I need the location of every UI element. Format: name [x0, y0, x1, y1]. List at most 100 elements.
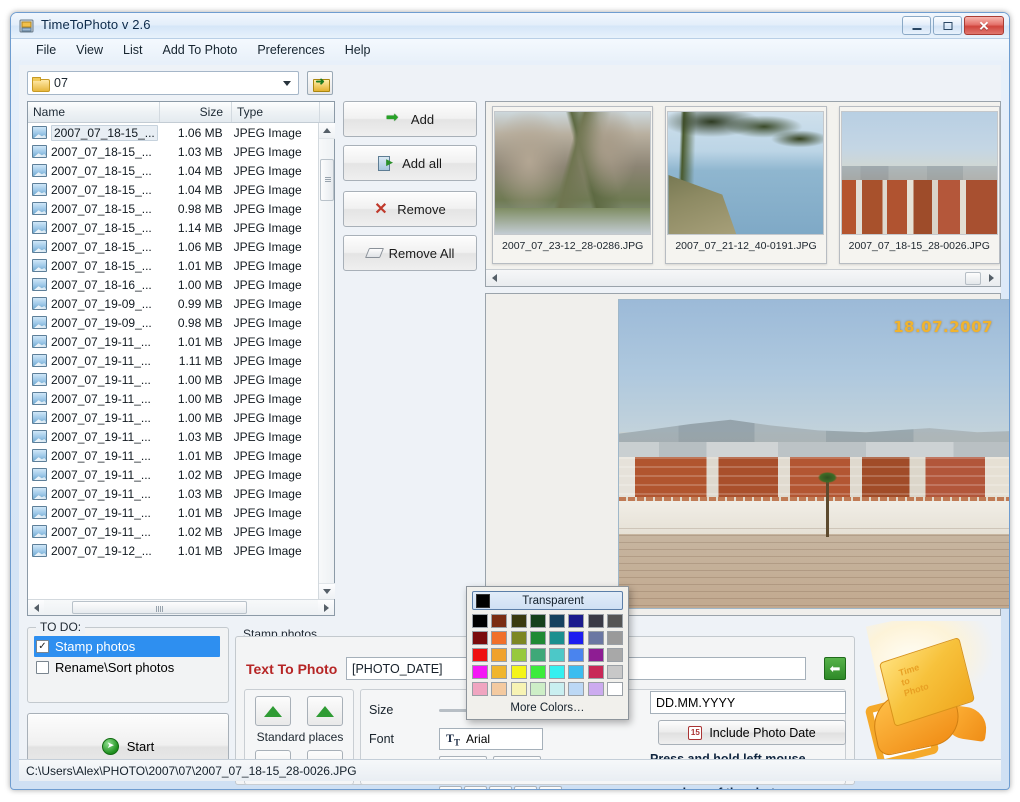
table-row[interactable]: 2007_07_18-15_...1.04 MBJPEG Image [28, 161, 318, 180]
table-row[interactable]: 2007_07_18-15_...1.04 MBJPEG Image [28, 180, 318, 199]
thumbnail-scrollbar[interactable] [486, 269, 1000, 286]
table-row[interactable]: 2007_07_18-15_...1.03 MBJPEG Image [28, 142, 318, 161]
outline-button[interactable]: O [539, 786, 562, 790]
color-swatch[interactable] [530, 631, 546, 645]
maximize-button[interactable] [933, 16, 962, 35]
table-row[interactable]: 2007_07_18-15_...1.06 MBJPEG Image [28, 123, 318, 142]
thumbnail-scroll-right-button[interactable] [983, 270, 1000, 286]
bold-button[interactable]: B [439, 786, 462, 790]
place-top-left-button[interactable] [255, 696, 291, 726]
file-list-horizontal-scrollbar[interactable] [28, 599, 334, 615]
color-swatch[interactable] [472, 614, 488, 628]
thumbnail-strip[interactable]: 2007_07_23-12_28-0286.JPG2007_07_21-12_4… [485, 101, 1001, 287]
color-swatch[interactable] [511, 631, 527, 645]
color-swatch[interactable] [530, 614, 546, 628]
menu-preferences[interactable]: Preferences [248, 41, 333, 59]
color-swatch[interactable] [511, 648, 527, 662]
todo-item-rename-sort-photos[interactable]: Rename\Sort photos [28, 657, 228, 678]
add-all-button[interactable]: Add all [343, 145, 477, 181]
browse-folder-button[interactable] [307, 71, 333, 95]
underline-button[interactable]: U [489, 786, 512, 790]
thumbnail-scroll-left-button[interactable] [486, 270, 503, 286]
color-swatch[interactable] [607, 665, 623, 679]
thumbnail-item[interactable]: 2007_07_23-12_28-0286.JPG [492, 106, 653, 264]
color-swatch[interactable] [491, 648, 507, 662]
file-list-body[interactable]: 2007_07_18-15_...1.06 MBJPEG Image2007_0… [28, 123, 318, 599]
color-swatch[interactable] [472, 665, 488, 679]
date-format-select[interactable]: DD.MM.YYYY [650, 691, 846, 714]
table-row[interactable]: 2007_07_19-09_...0.99 MBJPEG Image [28, 294, 318, 313]
color-swatch[interactable] [588, 682, 604, 696]
todo-item-stamp-photos[interactable]: Stamp photos [34, 636, 220, 657]
file-list-vertical-scrollbar[interactable] [318, 123, 334, 599]
horizontal-scroll-thumb[interactable] [72, 601, 247, 614]
stamp-photos-checkbox[interactable] [36, 640, 49, 653]
color-swatch[interactable] [530, 648, 546, 662]
table-row[interactable]: 2007_07_19-11_...1.11 MBJPEG Image [28, 351, 318, 370]
color-swatch[interactable] [607, 631, 623, 645]
color-swatch[interactable] [491, 682, 507, 696]
color-swatch[interactable] [607, 614, 623, 628]
color-swatch[interactable] [568, 648, 584, 662]
color-swatch[interactable] [530, 665, 546, 679]
table-row[interactable]: 2007_07_18-15_...0.98 MBJPEG Image [28, 199, 318, 218]
menu-add-to-photo[interactable]: Add To Photo [153, 41, 246, 59]
font-select[interactable]: TT Arial [439, 728, 543, 750]
color-swatch[interactable] [568, 682, 584, 696]
color-swatch[interactable] [511, 665, 527, 679]
include-photo-date-button[interactable]: 15 Include Photo Date [658, 720, 846, 745]
more-colors-option[interactable]: More Colors… [472, 702, 623, 714]
menu-view[interactable]: View [67, 41, 112, 59]
table-row[interactable]: 2007_07_19-11_...1.03 MBJPEG Image [28, 427, 318, 446]
color-swatch[interactable] [491, 631, 507, 645]
scroll-left-button[interactable] [28, 600, 44, 615]
rename-sort-checkbox[interactable] [36, 661, 49, 674]
menu-file[interactable]: File [27, 41, 65, 59]
table-row[interactable]: 2007_07_19-11_...1.02 MBJPEG Image [28, 465, 318, 484]
thumbnail-image[interactable] [667, 111, 824, 235]
color-swatch[interactable] [472, 648, 488, 662]
thumbnail-image[interactable] [841, 111, 998, 235]
close-button[interactable]: ✕ [964, 16, 1004, 35]
photo-date-stamp[interactable]: 18.07.2007 [893, 318, 993, 336]
transparent-option[interactable]: Transparent [472, 591, 623, 610]
table-row[interactable]: 2007_07_19-09_...0.98 MBJPEG Image [28, 313, 318, 332]
color-swatch[interactable] [549, 665, 565, 679]
color-swatch[interactable] [588, 614, 604, 628]
table-row[interactable]: 2007_07_18-16_...1.00 MBJPEG Image [28, 275, 318, 294]
green-return-arrow-icon[interactable]: ⬅ [824, 657, 846, 680]
color-swatch[interactable] [588, 648, 604, 662]
scroll-down-button[interactable] [319, 583, 335, 599]
shadow-button[interactable]: S [514, 786, 537, 790]
thumbnail-scroll-thumb[interactable] [965, 272, 981, 285]
folder-combo[interactable]: 07 [27, 71, 299, 95]
table-row[interactable]: 2007_07_18-15_...1.06 MBJPEG Image [28, 237, 318, 256]
column-header-name[interactable]: Name [28, 102, 160, 122]
color-picker-dropdown[interactable]: Transparent More Colors… [466, 586, 629, 720]
photo-preview-panel[interactable]: 18.07.2007 [485, 293, 1001, 616]
remove-all-button[interactable]: Remove All [343, 235, 477, 271]
horizontal-scroll-track[interactable] [44, 600, 318, 615]
color-swatch[interactable] [607, 682, 623, 696]
color-swatch[interactable] [530, 682, 546, 696]
table-row[interactable]: 2007_07_19-11_...1.00 MBJPEG Image [28, 408, 318, 427]
color-swatch[interactable] [549, 631, 565, 645]
table-row[interactable]: 2007_07_18-15_...1.01 MBJPEG Image [28, 256, 318, 275]
table-row[interactable]: 2007_07_19-12_...1.01 MBJPEG Image [28, 541, 318, 560]
color-swatch[interactable] [568, 665, 584, 679]
scroll-right-button[interactable] [318, 600, 334, 615]
color-swatch[interactable] [588, 631, 604, 645]
table-row[interactable]: 2007_07_19-11_...1.00 MBJPEG Image [28, 389, 318, 408]
color-swatch[interactable] [568, 614, 584, 628]
color-swatch[interactable] [607, 648, 623, 662]
vertical-scroll-thumb[interactable] [320, 159, 334, 201]
color-swatch[interactable] [491, 614, 507, 628]
remove-button[interactable]: Remove [343, 191, 477, 227]
menu-help[interactable]: Help [336, 41, 380, 59]
thumbnail-image[interactable] [494, 111, 651, 235]
file-list[interactable]: Name Size Type 2007_07_18-15_...1.06 MBJ… [27, 101, 335, 616]
table-row[interactable]: 2007_07_18-15_...1.14 MBJPEG Image [28, 218, 318, 237]
column-header-type[interactable]: Type [232, 102, 320, 122]
table-row[interactable]: 2007_07_19-11_...1.01 MBJPEG Image [28, 503, 318, 522]
thumbnail-item[interactable]: 2007_07_18-15_28-0026.JPG [839, 106, 1000, 264]
